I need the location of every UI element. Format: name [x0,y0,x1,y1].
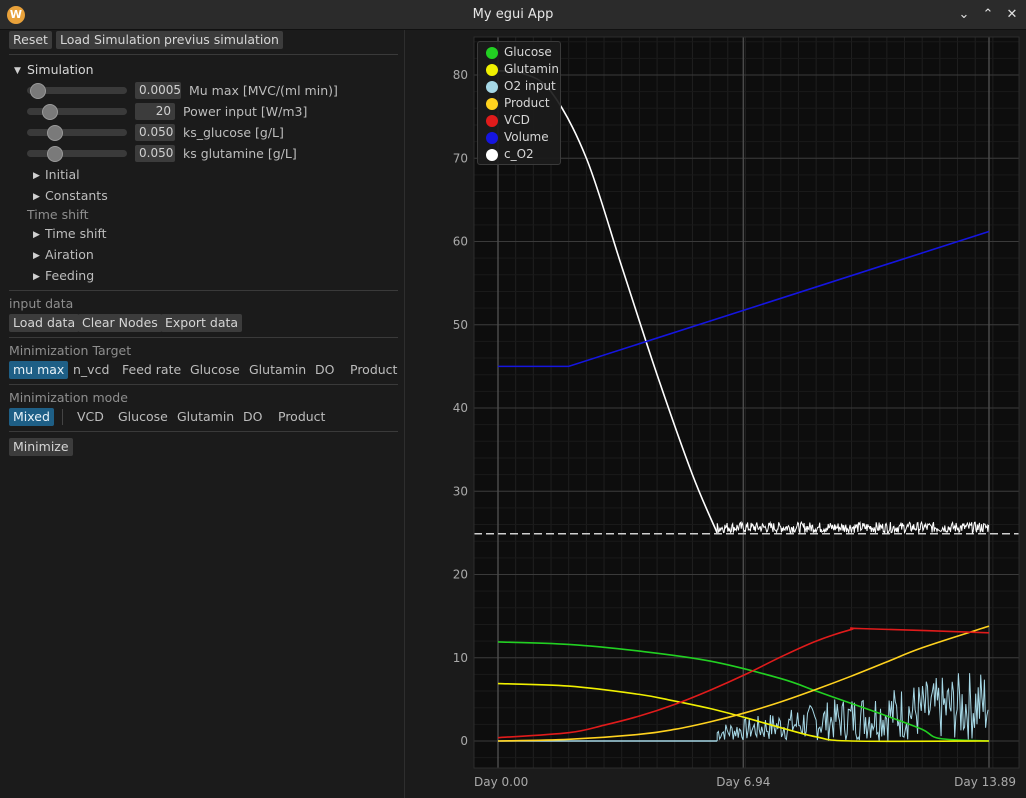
mode-option-glucose[interactable]: Glucose [114,408,172,426]
slider-track[interactable] [27,150,127,157]
mode-option-product[interactable]: Product [274,408,329,426]
constants-section[interactable]: Constants [45,188,108,203]
ks-glutamine-label: ks glutamine [g/L] [183,146,297,161]
legend-dot-icon [486,81,498,93]
airation-section[interactable]: Airation [45,247,94,262]
power-input-label: Power input [W/m3] [183,104,308,119]
legend-label: Volume [504,130,549,144]
collapse-triangle-icon[interactable]: ▼ [14,66,21,76]
slider-handle[interactable] [47,125,63,141]
target-option-feed-rate[interactable]: Feed rate [118,361,185,379]
x-tick-label: Day 13.89 [954,775,1016,789]
y-tick-label: 0 [460,734,468,748]
divider [62,409,63,425]
slider-handle[interactable] [47,146,63,162]
minimization-target-label: Minimization Target [9,343,132,358]
legend-label: VCD [504,113,530,127]
time-shift-section[interactable]: Time shift [45,226,107,241]
y-tick-label: 30 [453,484,468,498]
ks-glucose-value-field[interactable]: 0.050 [135,124,175,141]
expand-triangle-icon[interactable]: ▶ [33,272,40,282]
y-tick-label: 40 [453,401,468,415]
legend-dot-icon [486,98,498,110]
legend-dot-icon [486,64,498,76]
y-tick-label: 60 [453,235,468,249]
window-title: My egui App [472,7,554,22]
x-tick-label: Day 0.00 [474,775,528,789]
reset-button[interactable]: Reset [9,31,52,49]
expand-triangle-icon[interactable]: ▶ [33,251,40,261]
x-tick-label: Day 6.94 [716,775,770,789]
legend-label: O2 input [504,79,556,93]
mode-option-mixed[interactable]: Mixed [9,408,54,426]
y-tick-label: 10 [453,651,468,665]
y-tick-label: 80 [453,68,468,82]
divider [9,290,398,291]
mode-option-vcd[interactable]: VCD [73,408,108,426]
minimize-window-icon[interactable]: ⌄ [954,5,974,25]
export-data-button[interactable]: Export data [161,314,243,332]
expand-triangle-icon[interactable]: ▶ [33,192,40,202]
ks-glutamine-value-field[interactable]: 0.050 [135,145,175,162]
clear-nodes-button[interactable]: Clear Nodes [78,314,162,332]
divider [9,54,398,55]
minimization-mode-label: Minimization mode [9,390,128,405]
close-window-icon[interactable]: ✕ [1002,5,1022,25]
target-option-mu-max[interactable]: mu max [9,361,69,379]
chart-legend[interactable]: Glucose Glutamin O2 input Product VCD Vo… [477,41,561,165]
target-option-do[interactable]: DO [311,361,338,379]
y-tick-label: 70 [453,151,468,165]
expand-triangle-icon[interactable]: ▶ [33,230,40,240]
control-panel: Reset Load Simulation previus simulation… [0,30,405,798]
slider-track[interactable] [27,129,127,136]
ks-glucose-label: ks_glucose [g/L] [183,125,284,140]
divider [9,431,398,432]
title-bar: W My egui App ⌄ ⌃ ✕ [0,0,1026,30]
legend-label: Glucose [504,45,552,59]
divider [9,384,398,385]
minimize-button[interactable]: Minimize [9,438,73,456]
input-data-label: input data [9,296,74,311]
load-simulation-button[interactable]: Load Simulation [56,31,165,49]
mu-max-label: Mu max [MVC/(ml min)] [189,83,338,98]
legend-label: Product [504,96,550,110]
y-tick-label: 50 [453,318,468,332]
target-option-glucose[interactable]: Glucose [186,361,244,379]
target-option-glutamin[interactable]: Glutamin [245,361,310,379]
mode-option-do[interactable]: DO [239,408,266,426]
feeding-section[interactable]: Feeding [45,268,94,283]
power-input-value-field[interactable]: 20 [135,103,175,120]
previous-simulation-button[interactable]: previus simulation [160,31,283,49]
legend-dot-icon [486,115,498,127]
load-data-button[interactable]: Load data [9,314,80,332]
legend-dot-icon [486,132,498,144]
y-tick-label: 20 [453,568,468,582]
slider-handle[interactable] [42,104,58,120]
legend-label: c_O2 [504,147,534,161]
target-option-n-vcd[interactable]: n_vcd [69,361,113,379]
time-shift-label: Time shift [27,207,89,222]
slider-handle[interactable] [30,83,46,99]
simulation-header[interactable]: Simulation [27,62,94,77]
expand-triangle-icon[interactable]: ▶ [33,171,40,181]
legend-label: Glutamin [504,62,559,76]
initial-section[interactable]: Initial [45,167,80,182]
maximize-window-icon[interactable]: ⌃ [978,5,998,25]
target-option-product[interactable]: Product [346,361,401,379]
mode-option-glutamin[interactable]: Glutamin [173,408,238,426]
mu-max-value-field[interactable]: 0.0005 [135,82,181,99]
legend-dot-icon [486,47,498,59]
divider [9,337,398,338]
legend-dot-icon [486,149,498,161]
